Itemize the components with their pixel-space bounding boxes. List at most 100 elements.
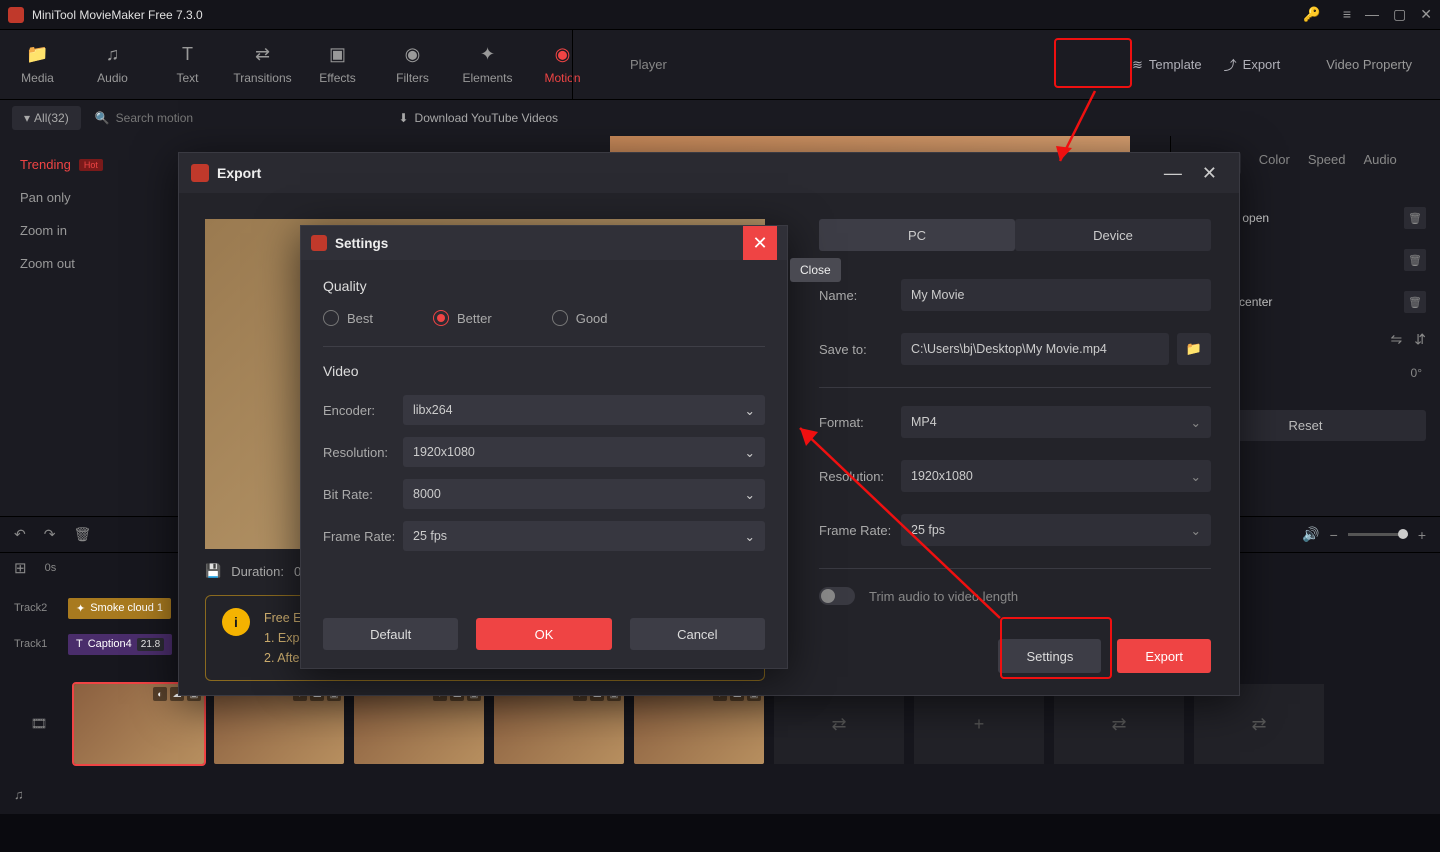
- name-label: Name:: [819, 288, 901, 303]
- inspector-tab-color[interactable]: Color: [1259, 152, 1290, 175]
- folder-icon: 📁: [26, 44, 48, 65]
- chevron-down-icon: ⌄: [745, 403, 755, 418]
- sidebar-item-zoomin[interactable]: Zoom in: [20, 214, 140, 247]
- framerate-label: Frame Rate:: [819, 523, 901, 538]
- media-clip[interactable]: ◐☁▣: [494, 684, 624, 764]
- save-label: Save to:: [819, 342, 901, 357]
- media-slot[interactable]: ⇄: [774, 684, 904, 764]
- tab-filters[interactable]: ◉Filters: [375, 30, 450, 100]
- export-tab-device[interactable]: Device: [1015, 219, 1211, 251]
- quality-good-radio[interactable]: Good: [552, 310, 608, 326]
- browse-button[interactable]: 📁: [1177, 333, 1211, 365]
- category-list: TrendingHot Pan only Zoom in Zoom out: [0, 136, 160, 516]
- redo-icon[interactable]: ↷: [44, 526, 56, 543]
- settings-resolution-select[interactable]: 1920x1080⌄: [403, 437, 765, 467]
- tab-media[interactable]: 📁Media: [0, 30, 75, 100]
- undo-icon[interactable]: ↶: [14, 526, 26, 543]
- inspector-tab-speed[interactable]: Speed: [1308, 152, 1346, 175]
- export-tab-pc[interactable]: PC: [819, 219, 1015, 251]
- sparkle-icon: ✦: [76, 602, 85, 615]
- trash-icon[interactable]: 🗑: [73, 526, 91, 543]
- zoom-in-icon[interactable]: +: [1418, 527, 1426, 543]
- all-pill[interactable]: ▾All(32): [12, 106, 81, 130]
- key-icon[interactable]: 🔑: [1303, 6, 1320, 23]
- top-toolbar: 📁Media ♫Audio TText ⇄Transitions ▣Effect…: [0, 30, 1440, 100]
- ok-button[interactable]: OK: [476, 618, 611, 650]
- settings-framerate-select[interactable]: 25 fps⌄: [403, 521, 765, 551]
- media-slot[interactable]: ⇄: [1054, 684, 1184, 764]
- zoom-slider[interactable]: [1348, 533, 1408, 536]
- quality-best-radio[interactable]: Best: [323, 310, 373, 326]
- settings-close-button[interactable]: ✕: [743, 226, 777, 260]
- delete-icon[interactable]: 🗑: [1404, 291, 1426, 313]
- transitions-icon: ⇄: [255, 44, 270, 65]
- settings-button[interactable]: Settings: [998, 639, 1101, 673]
- chevron-down-icon: ⌄: [1191, 523, 1201, 538]
- media-slot[interactable]: ⇄: [1194, 684, 1324, 764]
- clip-smoke[interactable]: ✦Smoke cloud 1: [68, 598, 171, 619]
- encoder-select[interactable]: libx264⌄: [403, 395, 765, 425]
- search-input[interactable]: 🔍Search motion: [95, 111, 193, 125]
- secondary-bar: ▾All(32) 🔍Search motion ⬇Download YouTub…: [0, 100, 1440, 136]
- format-select[interactable]: MP4⌄: [901, 406, 1211, 438]
- settings-title: Settings: [335, 236, 743, 251]
- tab-elements[interactable]: ✦Elements: [450, 30, 525, 100]
- trim-label: Trim audio to video length: [869, 589, 1018, 604]
- quality-better-radio[interactable]: Better: [433, 310, 492, 326]
- film-icon: 🎞: [14, 684, 64, 764]
- tab-effects[interactable]: ▣Effects: [300, 30, 375, 100]
- info-icon: i: [222, 608, 250, 636]
- tab-motion[interactable]: ◉Motion: [525, 30, 600, 100]
- media-clip[interactable]: ◐☁▣: [634, 684, 764, 764]
- trim-toggle[interactable]: [819, 587, 855, 605]
- tab-transitions[interactable]: ⇄Transitions: [225, 30, 300, 100]
- export-button[interactable]: ⤴Export: [1224, 55, 1281, 74]
- app-icon: [8, 7, 24, 23]
- flip-v-icon[interactable]: ⇵: [1414, 331, 1426, 348]
- speaker-icon[interactable]: 🔊: [1302, 526, 1319, 543]
- cancel-button[interactable]: Cancel: [630, 618, 765, 650]
- window-maximize[interactable]: ▢: [1393, 6, 1406, 23]
- flip-h-icon[interactable]: ⇋: [1391, 331, 1403, 348]
- music-icon: ♫: [14, 787, 24, 802]
- track-label: Track2: [14, 602, 58, 614]
- media-clip[interactable]: ◐☁▣: [354, 684, 484, 764]
- framerate-select[interactable]: 25 fps⌄: [901, 514, 1211, 546]
- save-icon: 💾: [205, 563, 221, 579]
- bitrate-select[interactable]: 8000⌄: [403, 479, 765, 509]
- inspector-tab-audio[interactable]: Audio: [1363, 152, 1396, 175]
- sidebar-item-trending[interactable]: TrendingHot: [20, 148, 140, 181]
- text-icon: T: [76, 638, 83, 650]
- sidebar-item-zoomout[interactable]: Zoom out: [20, 247, 140, 280]
- export-confirm-button[interactable]: Export: [1117, 639, 1211, 673]
- dialog-close[interactable]: ✕: [1192, 163, 1227, 184]
- sidebar-item-pan[interactable]: Pan only: [20, 181, 140, 214]
- ruler-zero: 0s: [45, 562, 57, 574]
- media-clip[interactable]: ◐☁▣: [74, 684, 204, 764]
- clip-caption[interactable]: TCaption421.8: [68, 634, 172, 655]
- app-title: MiniTool MovieMaker Free 7.3.0: [32, 8, 1303, 22]
- delete-icon[interactable]: 🗑: [1404, 249, 1426, 271]
- tab-text[interactable]: TText: [150, 30, 225, 100]
- dialog-minimize[interactable]: —: [1154, 163, 1192, 184]
- add-track-icon[interactable]: ⊞: [14, 559, 27, 577]
- media-clip[interactable]: ◐☁▣: [214, 684, 344, 764]
- resolution-select[interactable]: 1920x1080⌄: [901, 460, 1211, 492]
- download-icon: ⬇: [398, 111, 408, 125]
- music-icon: ♫: [106, 44, 120, 65]
- window-minimize[interactable]: —: [1365, 6, 1379, 23]
- name-input[interactable]: [901, 279, 1211, 311]
- delete-icon[interactable]: 🗑: [1404, 207, 1426, 229]
- motion-icon: ◉: [555, 44, 571, 65]
- window-close[interactable]: ✕: [1420, 6, 1432, 23]
- tab-audio[interactable]: ♫Audio: [75, 30, 150, 100]
- media-slot[interactable]: +: [914, 684, 1044, 764]
- template-button[interactable]: ≋Template: [1132, 57, 1202, 73]
- menu-icon[interactable]: ≡: [1343, 6, 1351, 23]
- export-title: Export: [217, 165, 1154, 181]
- default-button[interactable]: Default: [323, 618, 458, 650]
- download-youtube-button[interactable]: ⬇Download YouTube Videos: [398, 111, 558, 125]
- zoom-out-icon[interactable]: −: [1330, 527, 1338, 543]
- chevron-down-icon: ⌄: [1191, 469, 1201, 484]
- save-path-input[interactable]: [901, 333, 1169, 365]
